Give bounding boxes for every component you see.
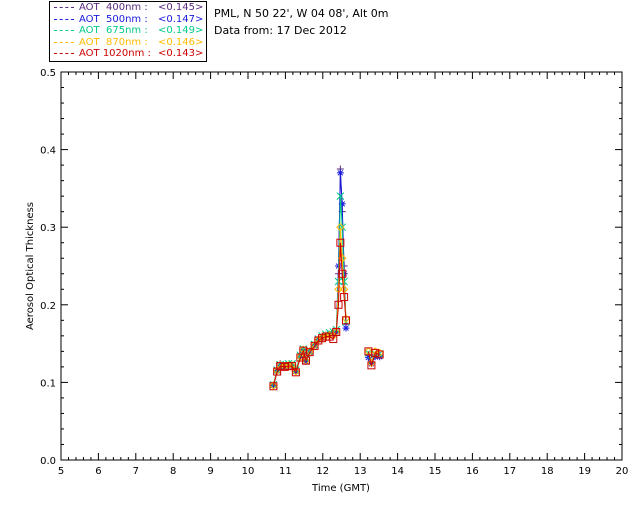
x-axis-label: Time (GMT)	[311, 483, 370, 494]
y-tick-label: 0.1	[40, 378, 56, 389]
legend-value: <0.149>	[158, 25, 204, 36]
axis-ticks: 5 6 7 8 9 10 11 12 13 14 15 16 17 18 19 20 0.0 0.1 0.2 0.3 0…	[40, 68, 628, 477]
legend-item: AOT 400nm : <0.145>	[50, 2, 206, 13]
legend-value: <0.147>	[158, 13, 204, 25]
station-info: PML, N 50 22', W 04 08', Alt 0m	[214, 7, 389, 20]
x-tick-label: 7	[133, 466, 139, 477]
legend-label: AOT 400nm :	[79, 2, 151, 13]
legend-label: AOT 675nm :	[79, 25, 151, 36]
x-tick-label: 15	[429, 466, 442, 477]
x-tick-label: 18	[541, 466, 554, 477]
x-tick-label: 8	[170, 466, 176, 477]
series-group	[269, 165, 384, 391]
x-tick-label: 13	[354, 466, 367, 477]
y-tick-label: 0.3	[40, 223, 56, 234]
x-tick-label: 19	[578, 466, 591, 477]
x-tick-label: 6	[95, 466, 101, 477]
series-aot-500nm	[269, 169, 384, 390]
legend-swatch	[54, 18, 74, 20]
x-tick-label: 17	[503, 466, 516, 477]
legend: AOT 400nm : <0.145> AOT 500nm : <0.147> AO…	[49, 1, 207, 62]
series-line	[272, 196, 347, 385]
legend-swatch	[54, 7, 74, 8]
series-aot-675nm	[269, 192, 384, 389]
legend-item: AOT 675nm : <0.149>	[50, 25, 206, 36]
x-tick-label: 12	[316, 466, 329, 477]
x-tick-label: 5	[58, 466, 64, 477]
y-tick-label: 0.2	[40, 301, 56, 312]
y-tick-label: 0.4	[40, 146, 56, 157]
legend-swatch	[54, 41, 74, 43]
x-tick-label: 10	[242, 466, 255, 477]
data-point	[342, 324, 350, 332]
x-tick-label: 11	[279, 466, 292, 477]
legend-swatch	[54, 30, 74, 31]
aot-chart: 5 6 7 8 9 10 11 12 13 14 15 16 17 18 19 20 0.0 0.1 0.2 0.3 0…	[25, 68, 628, 494]
legend-value: <0.146>	[158, 36, 204, 48]
x-tick-label: 16	[466, 466, 479, 477]
y-tick-label: 0.0	[40, 456, 56, 467]
legend-item: AOT 1020nm : <0.143>	[50, 48, 206, 59]
legend-label: AOT 500nm :	[79, 13, 151, 25]
legend-swatch	[54, 53, 74, 54]
data-point	[336, 169, 344, 177]
legend-value: <0.143>	[158, 48, 204, 59]
y-tick-label: 0.5	[40, 68, 56, 79]
x-tick-label: 14	[391, 466, 404, 477]
legend-item: AOT 500nm : <0.147>	[50, 14, 206, 25]
legend-label: AOT 1020nm :	[79, 48, 155, 59]
legend-item: AOT 870nm : <0.146>	[50, 37, 206, 48]
legend-value: <0.145>	[158, 2, 204, 13]
series-aot-870nm	[269, 222, 384, 390]
y-axis-label: Aerosol Optical Thickness	[25, 202, 36, 330]
legend-label: AOT 870nm :	[79, 36, 151, 48]
x-tick-label: 9	[207, 466, 213, 477]
date-info: Data from: 17 Dec 2012	[214, 24, 347, 37]
x-tick-label: 20	[616, 466, 629, 477]
